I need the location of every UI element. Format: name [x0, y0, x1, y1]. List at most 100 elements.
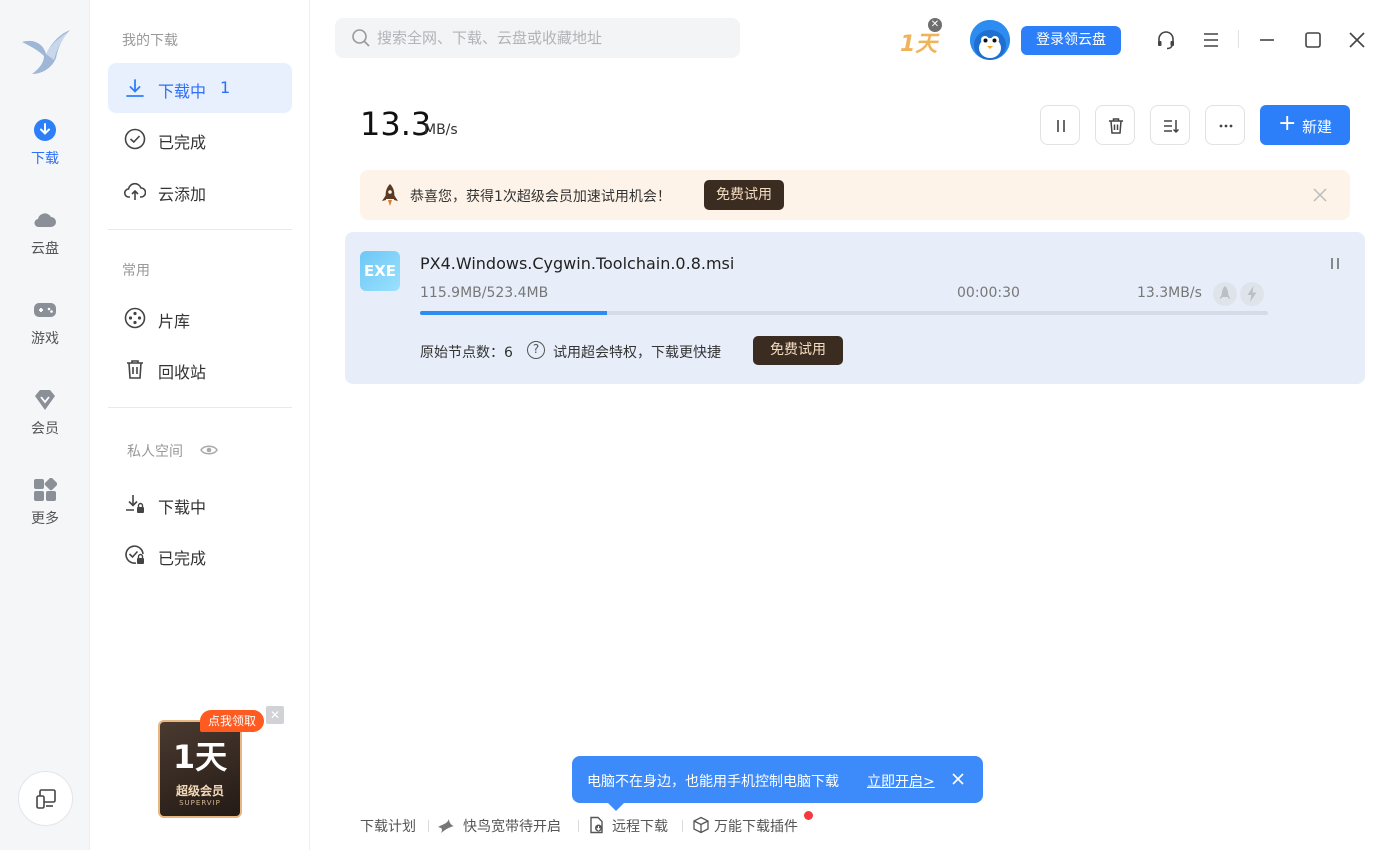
- menu-icon[interactable]: [1200, 29, 1222, 51]
- svip-hint: 试用超会特权，下载更快捷: [553, 345, 721, 361]
- tooltip-enable-link[interactable]: 立即开启>: [867, 771, 935, 791]
- check-lock-icon: [124, 544, 146, 566]
- device-icon: [36, 789, 56, 809]
- help-icon[interactable]: ?: [527, 341, 545, 359]
- banner-message: 恭喜您，获得1次超级会员加速试用机会！: [410, 189, 671, 205]
- footer-divider: [578, 820, 579, 832]
- remote-download-tooltip: 电脑不在身边，也能用手机控制电脑下载 立即开启>: [572, 756, 983, 811]
- headset-icon[interactable]: [1155, 29, 1177, 51]
- task-download-rate: 13.3MB/s: [1137, 285, 1202, 301]
- promo-subtitle: SUPERVIP: [179, 799, 221, 807]
- download-circle-icon: [33, 118, 57, 142]
- supervip-promo-card[interactable]: 1天 超级会员 SUPERVIP: [158, 720, 242, 818]
- app-logo-icon: [18, 24, 72, 78]
- banner-free-trial-button[interactable]: 免费试用: [704, 180, 784, 210]
- file-type-icon: EXE: [360, 251, 400, 291]
- trash-icon: [124, 358, 146, 380]
- left-rail: 下载 云盘 游戏 会员 更多: [0, 0, 90, 850]
- sidebar-divider: [108, 407, 292, 408]
- topbar-divider: [1238, 30, 1239, 48]
- diamond-icon: [33, 388, 57, 412]
- sidebar-item-private-downloading[interactable]: 下载中: [108, 479, 292, 529]
- close-icon[interactable]: [1346, 29, 1368, 51]
- login-button[interactable]: 登录领云盘: [1021, 26, 1121, 55]
- sort-icon: [1164, 120, 1180, 134]
- grid-icon: [33, 477, 58, 502]
- promo-close-button[interactable]: ✕: [266, 706, 284, 724]
- film-reel-icon: [124, 307, 146, 329]
- rail-item-label: 游戏: [31, 331, 59, 347]
- new-task-button[interactable]: + 新建: [1260, 105, 1350, 145]
- footer-broadband[interactable]: 快鸟宽带待开启: [463, 816, 561, 836]
- promo-big-text: 1天: [172, 738, 228, 776]
- footer-divider: [682, 820, 683, 832]
- source-nodes-count: 原始节点数：6: [420, 345, 513, 361]
- more-icon: [1219, 124, 1233, 128]
- sidebar-item-cloud-add[interactable]: 云添加: [108, 166, 292, 216]
- search-input[interactable]: [377, 18, 727, 58]
- sidebar-item-library[interactable]: 片库: [108, 293, 292, 343]
- cloud-icon: [33, 208, 57, 232]
- gamepad-icon: [33, 298, 57, 322]
- sidebar-item-recycle-bin[interactable]: 回收站: [108, 344, 292, 394]
- download-task-row[interactable]: EXE PX4.Windows.Cygwin.Toolchain.0.8.msi…: [345, 232, 1365, 384]
- footer-download-plan[interactable]: 下载计划: [360, 816, 416, 836]
- eye-icon[interactable]: [200, 442, 218, 456]
- check-circle-icon: [124, 128, 146, 150]
- promo-title: 超级会员: [175, 784, 224, 798]
- rail-item-more[interactable]: 更多: [0, 477, 90, 538]
- rocket-icon: [380, 183, 400, 207]
- cube-icon: [692, 816, 710, 834]
- sidebar-item-label: 已完成: [158, 549, 207, 568]
- notification-dot: [804, 811, 813, 820]
- pause-all-button[interactable]: [1040, 105, 1080, 145]
- oneday-close-button[interactable]: ✕: [928, 18, 942, 32]
- rail-item-download[interactable]: 下载: [0, 118, 90, 178]
- avatar[interactable]: [970, 20, 1010, 60]
- footer-universal-plugin[interactable]: 万能下载插件: [714, 816, 798, 836]
- rail-item-label: 更多: [31, 511, 59, 527]
- trial-banner: 恭喜您，获得1次超级会员加速试用机会！ 免费试用: [360, 170, 1350, 220]
- task-pause-icon[interactable]: [1325, 254, 1345, 274]
- section-title-my-downloads: 我的下载: [122, 33, 178, 49]
- task-free-trial-button[interactable]: 免费试用: [753, 336, 843, 365]
- tooltip-close-icon[interactable]: [949, 770, 967, 788]
- rail-item-label: 云盘: [31, 241, 59, 257]
- sidebar-divider: [108, 229, 292, 230]
- sidebar-item-label: 片库: [158, 312, 191, 331]
- footer-remote-download[interactable]: 远程下载: [612, 816, 668, 836]
- section-title-common: 常用: [122, 263, 150, 279]
- new-task-label: 新建: [1302, 118, 1333, 136]
- rail-item-games[interactable]: 游戏: [0, 298, 90, 358]
- search-icon: [351, 28, 371, 48]
- sidebar-item-label: 已完成: [158, 133, 207, 152]
- delete-button[interactable]: [1095, 105, 1135, 145]
- tooltip-text: 电脑不在身边，也能用手机控制电脑下载: [587, 774, 839, 790]
- rail-item-cloud[interactable]: 云盘: [0, 208, 90, 268]
- cloud-upload-icon: [123, 180, 147, 202]
- footer-divider: [428, 820, 429, 832]
- maximize-icon[interactable]: [1302, 29, 1324, 51]
- sidebar-item-private-completed[interactable]: 已完成: [108, 530, 292, 580]
- task-progress-bar: [420, 311, 1268, 315]
- banner-close-icon[interactable]: [1310, 185, 1330, 205]
- sidebar-item-completed[interactable]: 已完成: [108, 114, 292, 164]
- minimize-icon[interactable]: [1256, 29, 1278, 51]
- lightning-icon[interactable]: [1240, 282, 1264, 306]
- sidebar-item-label: 下载中: [158, 498, 207, 517]
- rocket-accelerate-icon[interactable]: [1213, 282, 1237, 306]
- trash-icon: [1109, 118, 1123, 134]
- sort-button[interactable]: [1150, 105, 1190, 145]
- sidebar-item-label: 云添加: [158, 185, 207, 204]
- section-title-private: 私人空间: [127, 444, 183, 460]
- remote-device-button[interactable]: [18, 771, 73, 826]
- more-button[interactable]: [1205, 105, 1245, 145]
- search-box: [335, 18, 740, 58]
- download-arrow-icon: [124, 77, 146, 99]
- total-speed-value: 13.3: [360, 105, 432, 143]
- rail-item-label: 下载: [31, 151, 59, 167]
- sidebar-item-downloading[interactable]: 下载中 1: [108, 63, 292, 113]
- rail-item-vip[interactable]: 会员: [0, 388, 90, 448]
- task-progress-fill: [420, 311, 608, 315]
- promo-claim-tag[interactable]: 点我领取: [200, 710, 265, 732]
